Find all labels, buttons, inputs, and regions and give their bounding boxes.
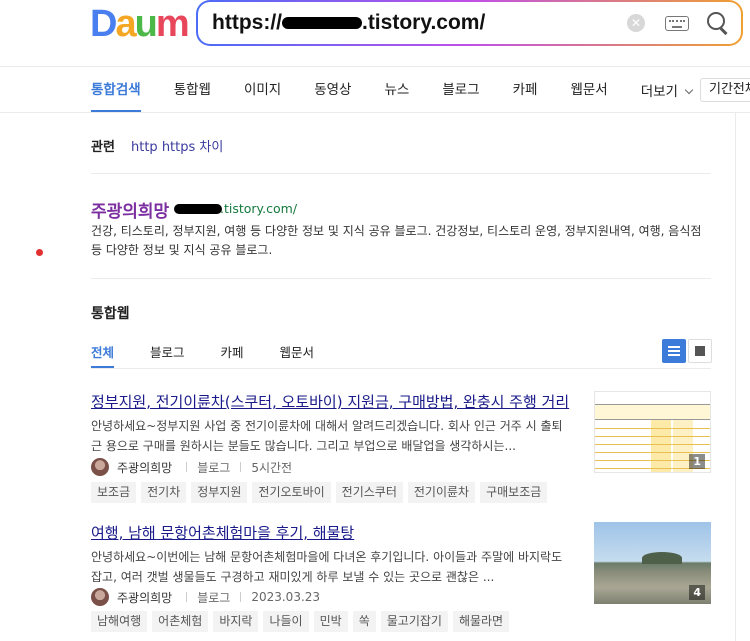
table-image-row	[595, 430, 710, 437]
close-circle-icon[interactable]: ✕	[627, 14, 645, 32]
search-box[interactable]: https:// .tistory.com/ ✕	[196, 0, 743, 46]
search-icon[interactable]	[707, 12, 729, 34]
tag[interactable]: 바지락	[213, 611, 259, 632]
search-tabs: 통합검색 통합웹 이미지 동영상 뉴스 블로그 카페 웹문서 더보기	[91, 68, 706, 112]
list-view-icon[interactable]	[662, 339, 686, 363]
section-divider	[91, 173, 711, 174]
tag[interactable]: 보조금	[91, 482, 137, 503]
subtab-cafe[interactable]: 카페	[221, 338, 244, 368]
result-author[interactable]: 주광의희망	[117, 589, 172, 606]
grid-view-icon[interactable]	[688, 339, 712, 363]
tag[interactable]: 해물라면	[452, 611, 510, 632]
tab-news[interactable]: 뉴스	[384, 68, 409, 112]
logo-letter-u: u	[134, 3, 158, 45]
tag[interactable]: 전기오토바이	[252, 482, 331, 503]
result-time: 2023.03.23	[251, 590, 321, 604]
tag[interactable]: 구매보조금	[480, 482, 548, 503]
meta-separator	[240, 592, 242, 602]
tag[interactable]: 물고기잡기	[380, 611, 448, 632]
result-time: 5시간전	[251, 460, 293, 475]
result-description: 안녕하세요~이번에는 남해 문항어촌체험마을에 다녀온 후기입니다. 아이들과 …	[91, 550, 563, 584]
meta-separator	[240, 462, 242, 472]
meta-separator	[186, 462, 188, 472]
tag[interactable]: 전기이륜차	[407, 482, 476, 503]
right-divider	[735, 112, 736, 641]
subtabs-divider	[91, 368, 711, 369]
period-filter-button[interactable]: 기간전체	[700, 78, 750, 102]
result-type: 블로그	[197, 460, 231, 475]
tab-image[interactable]: 이미지	[244, 68, 281, 112]
chevron-down-icon	[684, 85, 694, 95]
meta-separator	[186, 592, 188, 602]
tab-all[interactable]: 통합검색	[91, 68, 141, 112]
photo-island	[642, 552, 682, 564]
tag[interactable]: 전기차	[141, 482, 187, 503]
red-dot-marker	[36, 249, 43, 256]
table-image-row	[595, 438, 710, 445]
header-divider	[0, 66, 750, 67]
subtab-all[interactable]: 전체	[91, 338, 115, 368]
tabs-divider	[0, 112, 750, 113]
logo-letter-d: D	[90, 3, 117, 45]
site-description: 건강, 티스토리, 정부지원, 여행 등 다양한 정보 및 지식 공유 블로그.…	[91, 224, 702, 257]
result-meta: 주광의희망 블로그 5시간전	[91, 458, 302, 476]
site-url[interactable]: .tistory.com/	[220, 201, 297, 216]
result-thumbnail[interactable]: 4	[594, 522, 711, 604]
result-item: 정부지원, 전기이륜차(스쿠터, 오토바이) 지원금, 구매방법, 완충시 주행…	[91, 391, 711, 506]
avatar[interactable]	[91, 588, 109, 606]
result-type: 블로그	[197, 590, 231, 605]
table-image-row	[595, 422, 710, 429]
result-thumbnail[interactable]: 1	[594, 391, 711, 473]
tab-more[interactable]: 더보기	[640, 80, 694, 100]
keyboard-icon[interactable]	[665, 15, 689, 31]
section-divider	[91, 278, 711, 279]
result-item: 여행, 남해 문항어촌체험마을 후기, 해물탕 안녕하세요~이번에는 남해 문항…	[91, 522, 711, 637]
table-image-row	[595, 446, 710, 453]
tab-more-label: 더보기	[640, 84, 678, 100]
tab-webdoc[interactable]: 웹문서	[570, 68, 607, 112]
search-text-prefix: https://	[212, 11, 282, 34]
related-label: 관련	[91, 140, 115, 155]
search-text-suffix: .tistory.com/	[361, 11, 486, 34]
logo-letter-m: m	[155, 3, 190, 45]
avatar[interactable]	[91, 458, 109, 476]
tab-cafe[interactable]: 카페	[513, 68, 538, 112]
subtab-webdoc[interactable]: 웹문서	[280, 338, 315, 368]
tab-blog[interactable]: 블로그	[442, 68, 479, 112]
section-subtabs: 전체 블로그 카페 웹문서	[91, 338, 350, 368]
section-title: 통합웹	[91, 306, 130, 322]
tag[interactable]: 전기스쿠터	[335, 482, 403, 503]
subtab-blog[interactable]: 블로그	[150, 338, 185, 368]
result-description: 안녕하세요~정부지원 사업 중 전기이륜차에 대해서 알려드리겠습니다. 회사 …	[91, 419, 563, 453]
result-tags: 보조금 전기차 정부지원 전기오토바이 전기스쿠터 전기이륜차 구매보조금	[91, 482, 552, 503]
redacted-text	[281, 17, 362, 29]
result-tags: 남해여행 어촌체험 바지락 나들이 민박 쏙 물고기잡기 해물라면	[91, 611, 514, 632]
thumbnail-count-badge: 1	[689, 454, 705, 469]
search-inner: https:// .tistory.com/ ✕	[198, 2, 741, 44]
thumbnail-count-badge: 4	[689, 585, 705, 600]
site-title-link[interactable]: 주광의희망	[91, 197, 169, 222]
tag[interactable]: 민박	[313, 611, 348, 632]
tab-web[interactable]: 통합웹	[174, 68, 211, 112]
tag[interactable]: 어촌체험	[152, 611, 209, 632]
result-meta: 주광의희망 블로그 2023.03.23	[91, 588, 330, 606]
result-author[interactable]: 주광의희망	[117, 459, 172, 476]
tag[interactable]: 남해여행	[91, 611, 148, 632]
related-query-link[interactable]: http https 차이	[131, 136, 223, 155]
table-image-header	[595, 404, 710, 420]
search-input[interactable]: https:// .tistory.com/	[212, 11, 627, 35]
tab-video[interactable]: 동영상	[314, 68, 351, 112]
tag[interactable]: 정부지원	[191, 482, 248, 503]
logo-letter-a: a	[115, 3, 136, 45]
daum-logo[interactable]: D a u m	[90, 3, 190, 45]
redacted-text	[174, 204, 222, 214]
tag[interactable]: 나들이	[263, 611, 309, 632]
tag[interactable]: 쏙	[352, 611, 376, 632]
